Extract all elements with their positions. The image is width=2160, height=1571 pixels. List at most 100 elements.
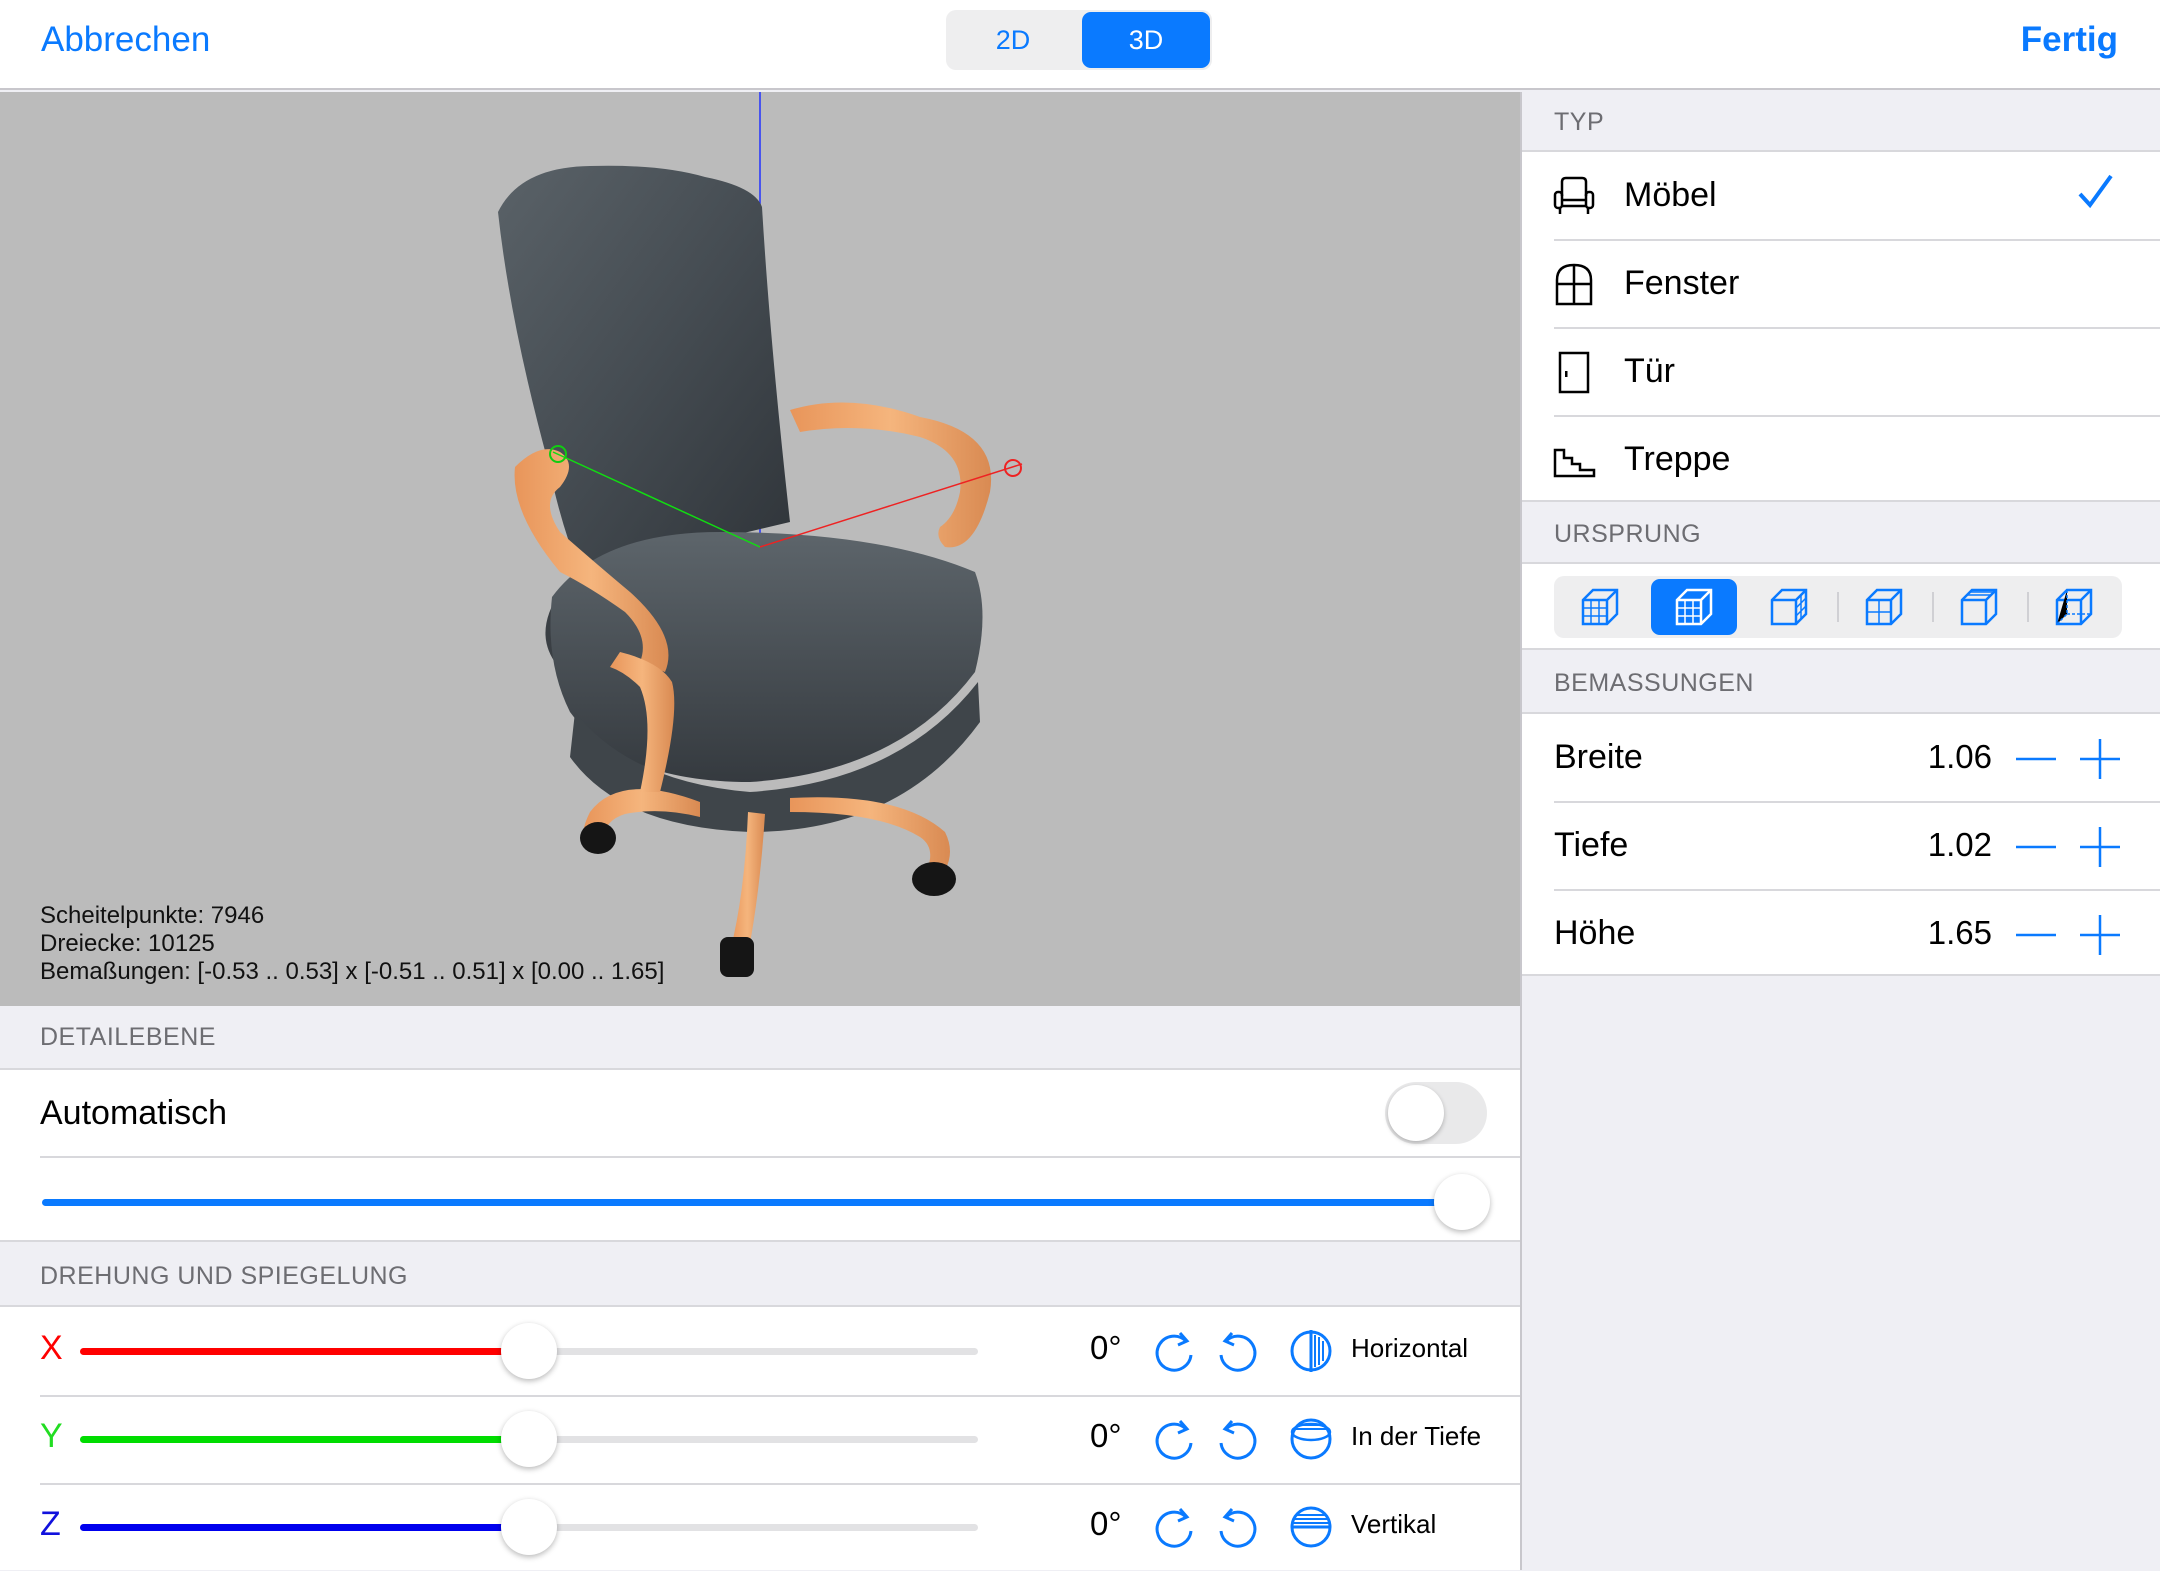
section-header-dimensions: BEMASSUNGEN [1554, 669, 1754, 697]
mirror-depth-icon[interactable] [1286, 1415, 1336, 1463]
view-mode-segmented-control: 2D 3D [946, 10, 1212, 70]
3d-viewport[interactable]: Scheitelpunkte: 7946 Dreiecke: 10125 Bem… [0, 92, 1520, 1006]
dimension-value: 1.65 [1927, 914, 1992, 951]
minus-icon[interactable] [2014, 737, 2058, 781]
cube-origin-bottom-icon [1581, 588, 1619, 626]
rotation-slider-knob[interactable] [501, 1411, 557, 1467]
plus-icon[interactable] [2078, 825, 2122, 869]
type-label: Tür [1624, 352, 1675, 390]
dimension-row-height: Höhe 1.65 [1522, 890, 2160, 978]
rotation-row-x: X 0° Horizontal [0, 1307, 1520, 1395]
minus-icon[interactable] [2014, 825, 2058, 869]
rotation-row-y: Y 0° In der Tiefe [0, 1395, 1520, 1483]
plus-icon[interactable] [2078, 737, 2122, 781]
rotation-slider-fill [80, 1436, 529, 1443]
cube-origin-side-icon [1770, 588, 1808, 626]
dimension-label: Tiefe [1554, 826, 1629, 864]
rotation-slider-knob[interactable] [501, 1499, 557, 1555]
rotate-counterclockwise-icon[interactable] [1214, 1503, 1262, 1551]
section-header-rotation: DREHUNG UND SPIEGELUNG [40, 1262, 408, 1290]
dimension-label: Breite [1554, 738, 1643, 776]
origin-segmented-control [1554, 576, 2122, 638]
mirror-horizontal-icon[interactable] [1286, 1327, 1336, 1375]
section-header-type: TYP [1554, 108, 1605, 136]
cancel-button[interactable]: Abbrechen [41, 20, 210, 60]
toggle-knob [1388, 1085, 1444, 1141]
model-dimensions: Bemaßungen: [-0.53 .. 0.53] x [-0.51 .. … [40, 958, 665, 985]
rotate-clockwise-icon[interactable] [1150, 1327, 1198, 1375]
cube-origin-back-icon [1865, 588, 1903, 626]
rotation-value: 0° [1090, 1329, 1122, 1366]
axis-label: Y [40, 1417, 63, 1455]
cube-origin-top-icon [1960, 588, 1998, 626]
rotation-slider-fill [80, 1524, 529, 1531]
cube-origin-corner-icon [2055, 588, 2093, 626]
origin-side-button[interactable] [1746, 579, 1832, 635]
rotate-clockwise-icon[interactable] [1150, 1415, 1198, 1463]
divider [1932, 592, 1934, 622]
mirror-horizontal-label[interactable]: Horizontal [1351, 1333, 1468, 1364]
view-mode-3d-button[interactable]: 3D [1082, 12, 1210, 68]
type-item-furniture[interactable]: Möbel [1522, 152, 2160, 240]
type-label: Fenster [1624, 264, 1740, 302]
window-icon [1555, 263, 1593, 306]
done-button[interactable]: Fertig [2021, 20, 2118, 60]
detail-level-slider-knob[interactable] [1434, 1174, 1490, 1230]
rotate-clockwise-icon[interactable] [1150, 1503, 1198, 1551]
type-list: Möbel Fenster Tür Treppe [1522, 150, 2160, 502]
plus-icon[interactable] [2078, 913, 2122, 957]
properties-panel: TYP Möbel Fenster Tür Treppe URSPRUNG BE… [1520, 92, 2160, 1570]
detail-level-slider-track[interactable] [42, 1199, 1462, 1206]
rotation-cell: X 0° Horizontal Y 0° In der Tiefe Z 0° V… [0, 1305, 1520, 1570]
rotation-slider-knob[interactable] [501, 1323, 557, 1379]
cube-origin-center-icon [1675, 588, 1713, 626]
vertex-count: Scheitelpunkte: 7946 [40, 902, 265, 929]
rotation-row-z: Z 0° Vertikal [0, 1483, 1520, 1571]
origin-corner-button[interactable] [2031, 579, 2117, 635]
divider [1837, 592, 1839, 622]
type-label: Treppe [1624, 440, 1731, 478]
section-header-detail: DETAILEBENE [40, 1023, 216, 1051]
stairs-icon [1553, 448, 1596, 478]
divider [2027, 592, 2029, 622]
origin-top-button[interactable] [1936, 579, 2022, 635]
detail-level-cell: Automatisch [0, 1068, 1520, 1242]
automatic-toggle[interactable] [1385, 1082, 1487, 1144]
rotate-counterclockwise-icon[interactable] [1214, 1415, 1262, 1463]
origin-cell [1522, 562, 2160, 650]
armchair-icon [1553, 176, 1595, 214]
navigation-bar: Abbrechen 2D 3D Fertig [0, 0, 2160, 90]
dimension-label: Höhe [1554, 914, 1636, 952]
minus-icon[interactable] [2014, 913, 2058, 957]
dimension-row-width: Breite 1.06 [1522, 714, 2160, 802]
section-header-origin: URSPRUNG [1554, 520, 1702, 548]
dimensions-list: Breite 1.06 Tiefe 1.02 Höhe 1.65 [1522, 712, 2160, 976]
type-item-door[interactable]: Tür [1522, 328, 2160, 416]
triangle-count: Dreiecke: 10125 [40, 930, 215, 957]
mirror-vertical-icon[interactable] [1286, 1503, 1336, 1551]
type-item-window[interactable]: Fenster [1522, 240, 2160, 328]
axis-label: Z [40, 1505, 61, 1543]
type-label: Möbel [1624, 176, 1717, 214]
mirror-depth-label[interactable]: In der Tiefe [1351, 1421, 1481, 1452]
mirror-vertical-label[interactable]: Vertikal [1351, 1509, 1436, 1540]
view-mode-2d-button[interactable]: 2D [949, 12, 1077, 68]
axis-label: X [40, 1329, 63, 1367]
rotation-slider-fill [80, 1348, 529, 1355]
checkmark-icon [2078, 174, 2113, 209]
rotate-counterclockwise-icon[interactable] [1214, 1327, 1262, 1375]
dimension-value: 1.06 [1927, 738, 1992, 775]
dimension-value: 1.02 [1927, 826, 1992, 863]
type-item-stairs[interactable]: Treppe [1522, 416, 2160, 504]
rotation-value: 0° [1090, 1505, 1122, 1542]
automatic-label: Automatisch [40, 1094, 228, 1132]
origin-center-button[interactable] [1651, 579, 1737, 635]
model-statistics: Scheitelpunkte: 7946 Dreiecke: 10125 Bem… [40, 902, 664, 986]
chair-3d-model [498, 92, 1023, 977]
divider [40, 1156, 1520, 1158]
origin-bottom-front-button[interactable] [1557, 579, 1643, 635]
rotation-value: 0° [1090, 1417, 1122, 1454]
origin-back-button[interactable] [1841, 579, 1927, 635]
door-icon [1558, 351, 1590, 394]
dimension-row-depth: Tiefe 1.02 [1522, 802, 2160, 890]
